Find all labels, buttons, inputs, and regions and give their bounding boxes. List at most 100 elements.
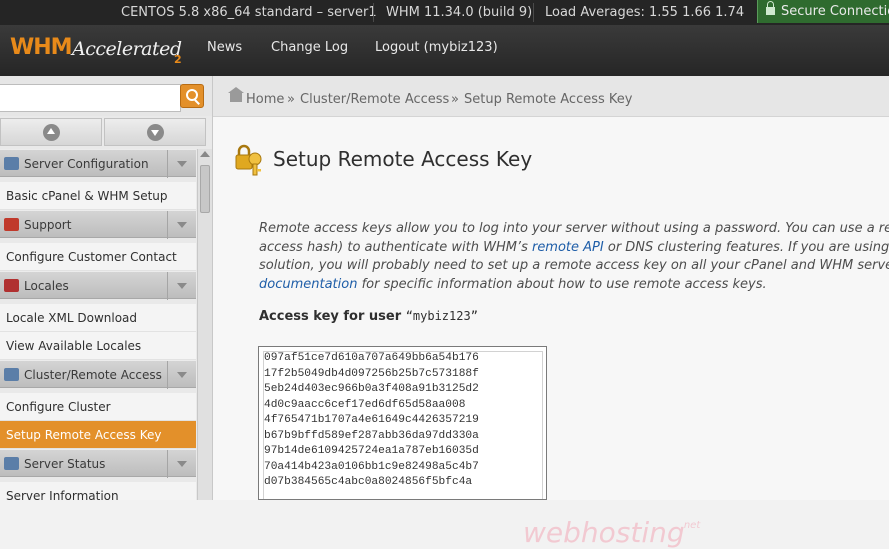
keys-icon [235,144,262,176]
divider [533,3,534,22]
desc-text: or DNS clustering features. If you are u… [603,239,889,255]
sidebar-item-label: View Available Locales [6,339,142,353]
sidebar-item-label: Basic cPanel & WHM Setup [6,189,168,203]
support-icon [4,218,19,231]
sidebar-section-cluster-remote-access[interactable]: Cluster/Remote Access [0,360,196,389]
access-key-line: 17f2b5049db4d097256b25b7c573188f [264,367,479,380]
chevron-down-icon [147,124,164,141]
watermark-text: webhosting [523,516,685,549]
chevron-up-icon [43,124,60,141]
search-icon-handle [194,99,200,105]
sidebar-item-basic-cpanel-whm-setup[interactable]: Basic cPanel & WHM Setup [0,182,196,210]
sidebar-item-label: Server Status [24,457,106,471]
nav-logout-link[interactable]: Logout (mybiz123) [375,40,498,55]
server-status-icon [4,457,19,470]
access-key-line: b67b9bffd589ef287abb36da97dd330a [264,429,479,442]
sidebar-item-label: Support [24,218,72,232]
access-key-line: 70a414b423a0106bb1c9e82498a5c4b7 [264,460,479,473]
sidebar-item-setup-remote-access-key[interactable]: Setup Remote Access Key [0,421,196,449]
breadcrumb-section[interactable]: Cluster/Remote Access [300,92,449,107]
secure-connection-label: Secure Connection [781,4,889,19]
cluster-remote-access-icon [4,368,19,381]
documentation-link[interactable]: documentation [259,277,357,292]
access-key-line: 4d0c9aacc6cef17ed6df65d58aa008 [264,398,466,411]
sidebar-item-configure-cluster[interactable]: Configure Cluster [0,393,196,421]
server-configuration-icon [4,157,19,170]
load-averages: Load Averages: 1.55 1.66 1.74 [545,5,745,20]
sidebar-item-label: Locales [24,279,69,293]
access-key-label: Access key for user “mybiz123” [259,309,478,324]
sidebar-search [0,76,213,116]
locales-icon [4,279,19,292]
sidebar-item-server-information[interactable]: Server Information [0,482,196,500]
access-key-text[interactable]: 097af51ce7d610a707a649bb6a54b176 17f2b504… [264,351,479,491]
header-nav: WHM Accelerated 2 News Change Log Logout… [0,25,889,77]
watermark-logo: webhosting.net [523,516,704,549]
sidebar-section-locales[interactable]: Locales [0,271,196,300]
chevron-down-icon[interactable] [167,150,196,178]
main-content: Setup Remote Access Key Remote access ke… [213,117,889,549]
sidebar-item-label: Cluster/Remote Access [24,368,162,382]
access-key-line: 097af51ce7d610a707a649bb6a54b176 [264,352,479,364]
search-input[interactable] [0,84,181,112]
sidebar-item-configure-customer-contact[interactable]: Configure Customer Contact [0,243,196,271]
access-key-line: 97b14de6109425724ea1a787eb16035d [264,445,479,457]
home-icon[interactable] [228,87,244,102]
sidebar-item-label: Locale XML Download [6,311,138,325]
desc-line: access hash) to authenticate with WHM’s … [259,239,889,258]
page-title: Setup Remote Access Key [273,147,533,171]
server-host: CENTOS 5.8 x86_64 standard – server1 [121,5,377,20]
remote-api-link[interactable]: remote API [532,240,604,255]
sidebar-item-label: Server Configuration [24,157,149,171]
watermark-suffix: .net [680,520,701,531]
logo-whm: WHM [10,35,73,60]
logo-accelerated: Accelerated [72,38,182,60]
nav-news-link[interactable]: News [207,40,242,55]
access-key-line: 4f765471b1707a4e61649c4426357219 [264,414,479,426]
breadcrumb-sep: » [287,92,295,107]
chevron-down-icon[interactable] [167,272,196,300]
access-key-textarea[interactable]: 097af51ce7d610a707a649bb6a54b176 17f2b504… [258,346,547,500]
desc-text: access hash) to authenticate with WHM’s [259,239,532,255]
sidebar-item-label: Configure Customer Contact [6,250,177,264]
sidebar-section-support[interactable]: Support [0,210,196,239]
whm-version: WHM 11.34.0 (build 9) [386,5,533,20]
whm-logo[interactable]: WHM Accelerated 2 [10,33,190,71]
sidebar-item-locale-xml-download[interactable]: Locale XML Download [0,304,196,332]
sidebar: Server Configuration Basic cPanel & WHM S… [0,116,213,500]
access-key-label-text: Access key for user [259,309,406,324]
sidebar-item-label: Configure Cluster [6,400,111,414]
breadcrumb: Home » Cluster/Remote Access » Setup Rem… [213,76,889,117]
scroll-arrow-up-icon[interactable] [200,151,210,157]
desc-line: solution, you will probably need to set … [259,258,889,273]
access-key-line: 5eb24d403ec966b0a3f408a91b3125d2 [264,383,479,395]
chevron-down-icon[interactable] [167,361,196,389]
desc-line: documentation for specific information a… [259,276,889,295]
scroll-up-button[interactable] [0,118,102,146]
sidebar-arrows [0,118,212,146]
chevron-down-icon[interactable] [167,450,196,478]
desc-line: Remote access keys allow you to log into… [259,221,889,236]
sidebar-item-label: Server Information [6,489,119,500]
logo-suffix: 2 [174,53,182,66]
secure-connection-badge[interactable]: Secure Connection [757,0,889,23]
lock-icon [766,1,775,15]
sidebar-scrollbar[interactable] [197,149,212,500]
scrollbar-thumb[interactable] [200,165,210,213]
desc-text: for specific information about how to us… [357,276,767,292]
scroll-down-button[interactable] [104,118,206,146]
search-button[interactable] [180,84,204,108]
breadcrumb-current: Setup Remote Access Key [464,92,633,107]
access-key-line: d07b384565c4abc0a8024856f5bfc4a [264,476,473,488]
sidebar-item-label: Setup Remote Access Key [6,428,162,442]
nav-changelog-link[interactable]: Change Log [271,40,348,55]
breadcrumb-home[interactable]: Home [246,92,284,107]
access-key-user: “mybiz123” [405,309,478,323]
sidebar-section-server-configuration[interactable]: Server Configuration [0,149,196,178]
divider [373,3,374,22]
sidebar-section-server-status[interactable]: Server Status [0,449,196,478]
status-bar: CENTOS 5.8 x86_64 standard – server1 WHM… [0,0,889,25]
chevron-down-icon[interactable] [167,211,196,239]
description: Remote access keys allow you to log into… [259,220,889,294]
sidebar-item-view-available-locales[interactable]: View Available Locales [0,332,196,360]
